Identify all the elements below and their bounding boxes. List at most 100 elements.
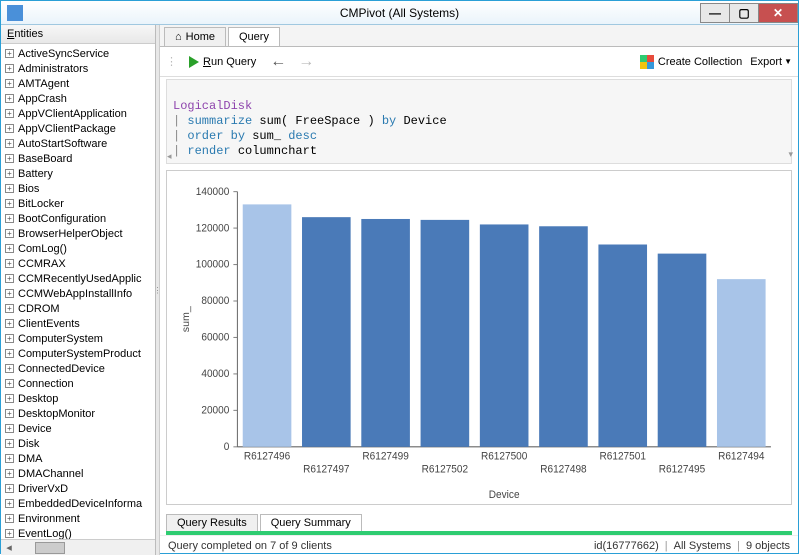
tab-query-results[interactable]: Query Results xyxy=(166,514,258,531)
expand-icon[interactable]: + xyxy=(5,199,14,208)
entity-item[interactable]: +BaseBoard xyxy=(1,151,155,166)
expand-icon[interactable]: + xyxy=(5,289,14,298)
nav-forward-button[interactable]: → xyxy=(296,53,316,71)
chart-bar[interactable] xyxy=(421,220,470,447)
svg-text:R6127499: R6127499 xyxy=(362,451,409,462)
expand-icon[interactable]: + xyxy=(5,439,14,448)
run-query-button[interactable]: Run Query xyxy=(185,54,260,70)
query-editor[interactable]: LogicalDisk | summarize sum( FreeSpace )… xyxy=(166,79,792,164)
expand-icon[interactable]: + xyxy=(5,364,14,373)
nav-back-button[interactable]: ← xyxy=(268,53,288,71)
chart-bar[interactable] xyxy=(243,204,292,446)
svg-text:140000: 140000 xyxy=(196,187,230,198)
entity-item[interactable]: +DesktopMonitor xyxy=(1,406,155,421)
entity-item[interactable]: +Device xyxy=(1,421,155,436)
expand-icon[interactable]: + xyxy=(5,109,14,118)
entity-item[interactable]: +ActiveSyncService xyxy=(1,46,155,61)
entity-item[interactable]: +DriverVxD xyxy=(1,481,155,496)
entity-item[interactable]: +Environment xyxy=(1,511,155,526)
expand-icon[interactable]: + xyxy=(5,454,14,463)
expand-icon[interactable]: + xyxy=(5,79,14,88)
expand-icon[interactable]: + xyxy=(5,319,14,328)
expand-icon[interactable]: + xyxy=(5,244,14,253)
entity-item[interactable]: +Administrators xyxy=(1,61,155,76)
entity-item[interactable]: +Connection xyxy=(1,376,155,391)
chart-bar[interactable] xyxy=(717,279,766,447)
expand-icon[interactable]: + xyxy=(5,484,14,493)
status-objects: 9 objects xyxy=(746,540,790,552)
entity-item[interactable]: +ComputerSystem xyxy=(1,331,155,346)
expand-icon[interactable]: + xyxy=(5,184,14,193)
chart-bar[interactable] xyxy=(598,244,647,446)
sidebar-hscroll[interactable]: ◂ xyxy=(1,539,155,555)
chart-bar[interactable] xyxy=(658,254,707,447)
expand-icon[interactable]: + xyxy=(5,334,14,343)
entity-item[interactable]: +BrowserHelperObject xyxy=(1,226,155,241)
expand-icon[interactable]: + xyxy=(5,409,14,418)
entity-item[interactable]: +CCMRAX xyxy=(1,256,155,271)
expand-icon[interactable]: + xyxy=(5,139,14,148)
chart-bar[interactable] xyxy=(302,217,351,447)
expand-icon[interactable]: + xyxy=(5,529,14,538)
entity-item[interactable]: +CCMWebAppInstallInfo xyxy=(1,286,155,301)
entity-item[interactable]: +AMTAgent xyxy=(1,76,155,91)
entity-item[interactable]: +CCMRecentlyUsedApplic xyxy=(1,271,155,286)
expand-icon[interactable]: + xyxy=(5,169,14,178)
entity-item[interactable]: +AppVClientPackage xyxy=(1,121,155,136)
entity-item[interactable]: +BootConfiguration xyxy=(1,211,155,226)
expand-icon[interactable]: + xyxy=(5,64,14,73)
expand-icon[interactable]: + xyxy=(5,424,14,433)
expand-icon[interactable]: + xyxy=(5,274,14,283)
expand-icon[interactable]: + xyxy=(5,49,14,58)
entity-item[interactable]: +Disk xyxy=(1,436,155,451)
entity-item[interactable]: +AppCrash xyxy=(1,91,155,106)
expand-icon[interactable]: + xyxy=(5,349,14,358)
tab-query-summary[interactable]: Query Summary xyxy=(260,514,362,531)
chart-bar[interactable] xyxy=(539,226,588,447)
expand-icon[interactable]: + xyxy=(5,304,14,313)
chart-bar[interactable] xyxy=(361,219,410,447)
entity-item[interactable]: +EventLog() xyxy=(1,526,155,539)
expand-icon[interactable]: + xyxy=(5,259,14,268)
editor-vscroll-icon[interactable]: ▾ xyxy=(788,148,793,163)
svg-text:40000: 40000 xyxy=(201,369,229,380)
entity-item[interactable]: +AppVClientApplication xyxy=(1,106,155,121)
entities-tree[interactable]: +ActiveSyncService+Administrators+AMTAge… xyxy=(1,44,155,539)
export-button[interactable]: Export ▼ xyxy=(750,56,792,68)
expand-icon[interactable]: + xyxy=(5,94,14,103)
tab-home[interactable]: ⌂Home xyxy=(164,27,226,46)
entity-item[interactable]: +BitLocker xyxy=(1,196,155,211)
expand-icon[interactable]: + xyxy=(5,514,14,523)
entity-item[interactable]: +CDROM xyxy=(1,301,155,316)
entity-item[interactable]: +Bios xyxy=(1,181,155,196)
expand-icon[interactable]: + xyxy=(5,379,14,388)
entity-item[interactable]: +DMA xyxy=(1,451,155,466)
tab-query[interactable]: Query xyxy=(228,27,280,46)
scroll-left-icon[interactable]: ◂ xyxy=(1,541,17,554)
expand-icon[interactable]: + xyxy=(5,469,14,478)
expand-icon[interactable]: + xyxy=(5,229,14,238)
svg-text:R6127497: R6127497 xyxy=(303,464,350,475)
create-collection-button[interactable]: Create Collection xyxy=(640,55,742,69)
status-scope: All Systems xyxy=(674,540,731,552)
expand-icon[interactable]: + xyxy=(5,499,14,508)
expand-icon[interactable]: + xyxy=(5,124,14,133)
entity-item[interactable]: +ComputerSystemProduct xyxy=(1,346,155,361)
expand-icon[interactable]: + xyxy=(5,394,14,403)
expand-icon[interactable]: + xyxy=(5,154,14,163)
entity-item[interactable]: +Desktop xyxy=(1,391,155,406)
expand-icon[interactable]: + xyxy=(5,214,14,223)
svg-text:80000: 80000 xyxy=(201,296,229,307)
entity-item[interactable]: +ConnectedDevice xyxy=(1,361,155,376)
entity-item[interactable]: +AutoStartSoftware xyxy=(1,136,155,151)
entity-item[interactable]: +Battery xyxy=(1,166,155,181)
editor-hscroll-icon[interactable]: ◂ xyxy=(167,150,172,165)
entity-item[interactable]: +DMAChannel xyxy=(1,466,155,481)
chart-bar[interactable] xyxy=(480,224,529,446)
entity-item[interactable]: +ComLog() xyxy=(1,241,155,256)
entity-item[interactable]: +EmbeddedDeviceInforma xyxy=(1,496,155,511)
top-tabs: ⌂Home Query xyxy=(160,25,798,47)
entity-item[interactable]: +ClientEvents xyxy=(1,316,155,331)
svg-text:Device: Device xyxy=(489,490,520,500)
scroll-thumb[interactable] xyxy=(35,542,65,554)
